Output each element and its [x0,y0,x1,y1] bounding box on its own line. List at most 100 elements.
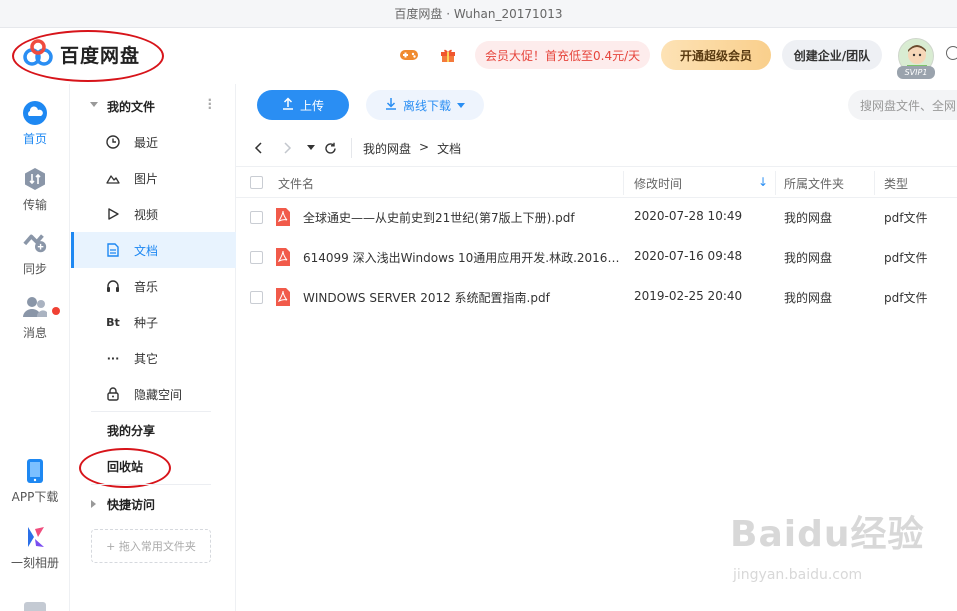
rail-item-album[interactable]: 一刻相册 [0,524,70,580]
column-header-mtime[interactable]: 修改时间 [634,175,682,192]
offline-download-label: 离线下载 [402,98,451,113]
sort-descending-icon[interactable]: ↓ [758,175,768,189]
rail-label-album: 一刻相册 [10,556,59,570]
rail-item-home[interactable]: 首页 [0,100,70,156]
file-folder[interactable]: 我的网盘 [784,289,832,306]
image-icon [105,170,121,186]
title-bar: 百度网盘 · Wuhan_20171013 [0,0,957,28]
nav-item-images[interactable]: 图片 [71,160,236,196]
refresh-icon[interactable] [322,140,338,156]
add-favorite-folder-dropzone[interactable]: + 拖入常用文件夹 [91,529,211,563]
download-icon [385,97,397,113]
search-input[interactable]: 搜网盘文件、全网 [848,90,957,120]
nav-label-music: 音乐 [134,279,159,294]
column-divider [623,171,624,195]
settings-icon[interactable] [946,46,957,60]
file-name[interactable]: 614099 深入浅出Windows 10通用应用开发.林政.2016.pdf [303,249,621,266]
row-checkbox[interactable] [250,291,263,304]
svip-badge: SVIP1 [897,66,935,79]
column-header-folder[interactable]: 所属文件夹 [784,175,844,192]
nav-item-recent[interactable]: 最近 [71,124,236,160]
column-divider [775,171,776,195]
row-checkbox[interactable] [250,211,263,224]
header: 百度网盘 会员大促！首充低至0.4元/天 开通超级会员 创建企业/团队 SVIP… [0,28,957,84]
nav-item-other[interactable]: ··· 其它 [71,340,236,376]
table-row[interactable]: 全球通史——从史前史到21世纪(第7版上下册).pdf 2020-07-28 1… [236,197,957,237]
file-name[interactable]: 全球通史——从史前史到21世纪(第7版上下册).pdf [303,209,621,226]
bt-icon: Bt [106,315,120,329]
chevron-down-icon [90,102,98,107]
create-team-button[interactable]: 创建企业/团队 [782,40,882,70]
rail-label-sync: 同步 [22,262,47,276]
file-folder[interactable]: 我的网盘 [784,209,832,226]
file-mtime: 2020-07-16 09:48 [634,249,743,263]
file-type: pdf文件 [884,251,928,265]
logo-icon [22,38,54,71]
game-icon[interactable] [398,44,420,66]
column-header-type[interactable]: 类型 [884,175,908,192]
caret-down-icon [457,98,465,112]
nav-label-recent: 最近 [134,135,159,150]
logo[interactable]: 百度网盘 [22,38,140,71]
nav-label-torrents: 种子 [134,315,159,330]
file-folder[interactable]: 我的网盘 [784,249,832,266]
album-icon [22,524,48,550]
watermark: Baidu经验 [730,514,925,555]
gift-icon[interactable] [437,44,459,66]
nav-my-share[interactable]: 我的分享 [107,412,155,448]
nav-label-videos: 视频 [134,207,159,222]
nav-item-hidden-space[interactable]: 隐藏空间 [71,376,236,412]
nav-item-music[interactable]: 音乐 [71,268,236,304]
nav-item-videos[interactable]: 视频 [71,196,236,232]
message-icon [22,294,48,320]
row-checkbox[interactable] [250,251,263,264]
nav-my-files-header[interactable]: 我的文件 · · · [71,88,236,124]
forward-icon[interactable] [280,140,296,156]
play-icon [105,206,121,222]
rail-label-transfer: 传输 [22,198,47,212]
breadcrumb-root[interactable]: 我的网盘 [363,140,411,157]
sync-icon [22,230,48,256]
column-divider [874,171,875,195]
logo-text: 百度网盘 [60,45,141,67]
more-icon: ··· [106,351,120,365]
breadcrumb: 我的网盘 > 文档 [363,140,461,157]
table-header: 文件名 修改时间 ↓ 所属文件夹 类型 [236,166,957,198]
nav-item-torrents[interactable]: Bt 种子 [71,304,236,340]
column-header-name[interactable]: 文件名 [278,175,314,192]
rail-more-icon[interactable] [24,602,46,611]
file-name[interactable]: WINDOWS SERVER 2012 系统配置指南.pdf [303,289,621,306]
nav-item-documents[interactable]: 文档 [71,232,236,268]
baidu-netdisk-app: 百度网盘 · Wuhan_20171013 百度网盘 会员大促！首充低至0.4元… [0,0,957,611]
table-row[interactable]: WINDOWS SERVER 2012 系统配置指南.pdf 2019-02-2… [236,277,957,317]
open-vip-label: 开通超级会员 [679,48,752,63]
add-folder-label: + 拖入常用文件夹 [106,540,196,553]
nav-label-images: 图片 [134,171,159,186]
nav-my-files-label: 我的文件 [107,99,156,114]
rail-item-sync[interactable]: 同步 [0,230,70,286]
rail-label-home: 首页 [22,132,47,146]
breadcrumb-current[interactable]: 文档 [437,140,461,157]
unread-dot [52,307,60,315]
rail-item-app-download[interactable]: APP下载 [0,458,70,514]
rail-item-messages[interactable]: 消息 [0,294,70,350]
document-icon [105,242,121,258]
upload-button[interactable]: 上传 [257,90,349,120]
nav-label-other: 其它 [134,351,159,366]
search-placeholder: 搜网盘文件、全网 [860,98,957,113]
rail-item-transfer[interactable]: 传输 [0,166,70,222]
history-dropdown-icon[interactable] [303,140,319,156]
promo-banner[interactable]: 会员大促！首充低至0.4元/天 [475,41,651,69]
rail-label-app-download: APP下载 [11,490,59,504]
table-row[interactable]: 614099 深入浅出Windows 10通用应用开发.林政.2016.pdf … [236,237,957,277]
kebab-menu-icon[interactable]: · · · [207,94,212,114]
promo-text: 会员大促！首充低至0.4元/天 [485,48,641,63]
path-bar: 我的网盘 > 文档 [236,132,957,164]
path-separator [351,138,352,158]
cloud-home-icon [22,100,48,126]
nav-quick-access[interactable]: 快捷访问 [71,486,236,522]
open-vip-button[interactable]: 开通超级会员 [661,40,771,70]
offline-download-button[interactable]: 离线下载 [366,90,484,120]
back-icon[interactable] [250,140,266,156]
select-all-checkbox[interactable] [250,176,263,189]
